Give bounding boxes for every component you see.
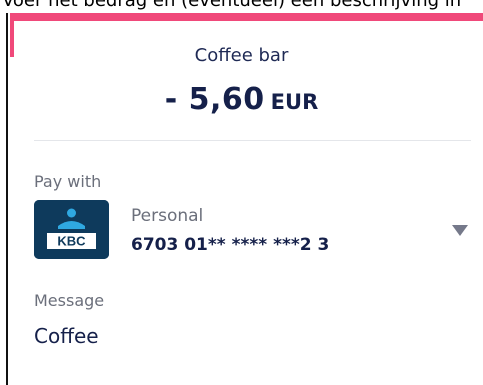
account-dropdown-button[interactable] — [448, 218, 472, 242]
amount-value: - 5,60 — [164, 82, 265, 117]
accent-top-bar — [10, 13, 483, 21]
triangle-down-icon — [452, 224, 468, 236]
account-number: 6703 01** **** ***2 3 — [131, 235, 330, 255]
message-label: Message — [34, 291, 105, 310]
payment-screen: Voer het bedrag en (eventueel) een besch… — [0, 0, 483, 385]
amount-currency: EUR — [270, 90, 319, 114]
message-field[interactable]: Coffee — [34, 324, 99, 348]
instruction-text: Voer het bedrag en (eventueel) een besch… — [2, 0, 462, 11]
account-selector[interactable]: KBC Personal 6703 01** **** ***2 3 — [34, 200, 480, 262]
kbc-bank-logo: KBC — [34, 200, 109, 259]
pay-with-label: Pay with — [34, 172, 102, 191]
window-left-border — [6, 13, 8, 385]
bank-logo-text: KBC — [57, 234, 86, 249]
account-type: Personal — [131, 206, 204, 226]
section-divider — [34, 140, 471, 141]
payee-name: Coffee bar — [194, 45, 289, 66]
payment-amount: - 5,60 EUR — [0, 80, 483, 122]
